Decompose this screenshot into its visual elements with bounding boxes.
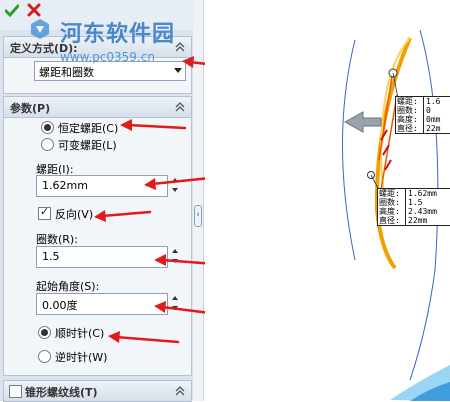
watermark-url: www.pc0359.cn (60, 50, 155, 64)
start-angle-input[interactable]: 0.00度 (36, 293, 168, 315)
pitch-value: 1.62mm (42, 179, 88, 192)
watermark: 河东软件园 www.pc0359.cn (24, 14, 214, 76)
expand-chevron-icon[interactable] (175, 386, 185, 396)
reverse-checkbox[interactable]: ✓ (38, 205, 51, 220)
taper-group-title: 锥形螺纹线(T) (25, 386, 98, 399)
start-angle-value: 0.00度 (42, 299, 78, 312)
start-angle-spinner[interactable] (169, 293, 181, 313)
callout-bottom-row: 直径: 22mm (379, 216, 428, 225)
callout-bottom-row: 螺距: 1.62mm (379, 189, 437, 198)
taper-group-header[interactable]: 锥形螺纹线(T) (4, 381, 191, 402)
revolutions-label: 圈数(R): (36, 233, 78, 246)
params-group-title: 参数(P) (10, 102, 51, 115)
revolutions-value: 1.5 (42, 250, 60, 263)
ok-check-icon[interactable] (5, 4, 19, 18)
callout-top-row: 圈数: 0 (397, 106, 431, 115)
revolutions-input[interactable]: 1.5 (36, 246, 168, 268)
callout-top-row: 直径: 22m (397, 124, 441, 133)
callout-bottom-row: 圈数: 1.5 (379, 198, 423, 207)
clockwise-label: 顺时针(C) (55, 327, 105, 340)
clockwise-radio[interactable] (38, 326, 51, 339)
taper-group: 锥形螺纹线(T) (3, 380, 192, 402)
taper-checkbox[interactable] (9, 385, 22, 398)
callout-bottom-row: 高度: 2.43mm (379, 207, 437, 216)
pitch-spinner[interactable] (169, 175, 181, 195)
watermark-name: 河东软件园 (60, 22, 176, 47)
callout-top-row: 高度: 0mm (397, 115, 441, 124)
callout-bottom: 螺距: 1.62mm 圈数: 1.5 高度: 2.43mm 直径: 22mm (377, 188, 450, 226)
watermark-logo-icon (31, 19, 49, 39)
counterclockwise-radio[interactable] (38, 350, 51, 363)
corner-swoosh-icon (390, 365, 450, 401)
pitch-input[interactable]: 1.62mm (36, 175, 168, 197)
start-angle-label: 起始角度(S): (36, 280, 100, 293)
reverse-label: 反向(V) (55, 208, 94, 221)
collapse-chevron-icon[interactable] (175, 102, 185, 112)
collapse-panel-grip[interactable]: ‹ (194, 205, 202, 227)
params-group-header[interactable]: 参数(P) (4, 97, 191, 118)
constant-pitch-radio[interactable] (41, 121, 54, 134)
params-group: 参数(P) 恒定螺距(C) 可变螺距(L) 螺距(I): 1.62mm ✓ 反向… (3, 96, 192, 376)
callout-top-row: 螺距: 1.6 (397, 97, 441, 106)
callout-top: 螺距: 1.6 圈数: 0 高度: 0mm 直径: 22m (395, 96, 450, 134)
constant-pitch-label: 恒定螺距(C) (58, 122, 119, 135)
chevron-left-icon: ‹ (196, 210, 200, 220)
counterclockwise-label: 逆时针(W) (55, 351, 108, 364)
graphics-viewport[interactable]: 螺距: 1.6 圈数: 0 高度: 0mm 直径: 22m 螺距: 1.62mm 圈数: 1… (205, 0, 450, 401)
variable-pitch-label: 可变螺距(L) (58, 139, 117, 152)
revolutions-spinner[interactable] (169, 246, 181, 266)
variable-pitch-radio[interactable] (41, 138, 54, 151)
